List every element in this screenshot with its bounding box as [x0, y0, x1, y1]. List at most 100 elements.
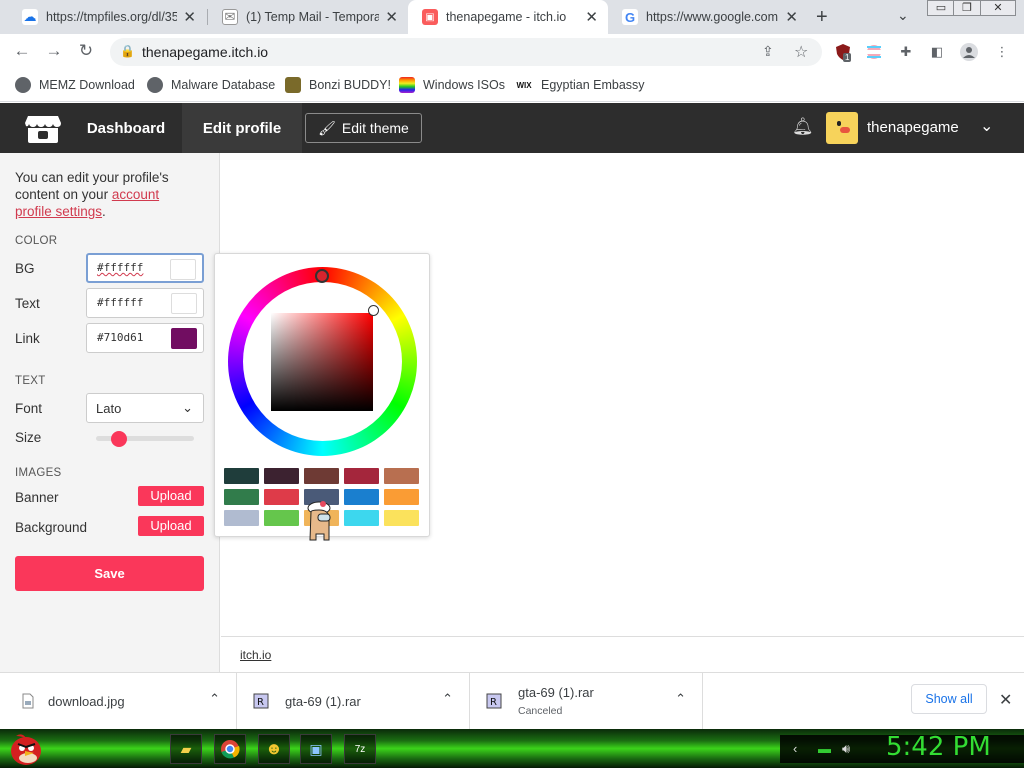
emoji-app-icon[interactable]: ☻	[258, 734, 290, 764]
bookmark-label: Malware Database	[171, 78, 276, 92]
palette-swatch[interactable]	[344, 489, 379, 505]
bg-color-swatch[interactable]	[170, 259, 196, 280]
show-all-button[interactable]: Show all	[911, 684, 987, 714]
tab-tmpfiles[interactable]: ☁ https://tmpfiles.org/dl/35 ✕	[8, 0, 206, 34]
palette-swatch[interactable]	[304, 468, 339, 484]
itchio-icon: ▣	[422, 9, 438, 25]
close-icon[interactable]: ✕	[385, 8, 398, 26]
background-upload-button[interactable]: Upload	[138, 516, 204, 536]
rar-file-icon: R	[253, 693, 269, 709]
close-icon[interactable]: ✕	[585, 8, 598, 26]
text-color-swatch[interactable]	[171, 293, 197, 314]
new-tab-icon[interactable]: +	[816, 6, 828, 29]
download-name: gta-69 (1).rar	[285, 694, 361, 709]
chrome-icon[interactable]	[214, 734, 246, 764]
bg-color-value[interactable]: #ffffff	[97, 261, 143, 274]
bookmark-star-icon[interactable]: ☆	[794, 42, 808, 62]
tmpfiles-icon: ☁	[22, 9, 38, 25]
back-button[interactable]: ←	[11, 41, 33, 61]
avatar[interactable]	[826, 112, 858, 144]
hue-marker[interactable]	[315, 269, 329, 283]
palette-swatch[interactable]	[224, 510, 259, 526]
save-button[interactable]: Save	[15, 556, 204, 591]
reload-button[interactable]: ↻	[75, 41, 97, 61]
restore-button[interactable]: ❐	[953, 0, 981, 16]
text-color-value[interactable]: #ffffff	[97, 296, 143, 309]
minimize-button[interactable]: ▭	[927, 0, 955, 16]
close-icon[interactable]: ✕	[183, 8, 196, 26]
palette-swatch[interactable]	[384, 468, 419, 484]
bookmark-memz[interactable]: MEMZ Download	[15, 77, 135, 93]
text-color-field[interactable]: #ffffff	[86, 288, 204, 318]
clock[interactable]: 5:42 PM	[886, 732, 991, 762]
puzzle-icon[interactable]: ✚	[897, 43, 915, 61]
nav-edit-profile[interactable]: Edit profile	[182, 103, 302, 153]
link-color-field[interactable]: #710d61	[86, 323, 204, 353]
close-icon[interactable]: ✕	[999, 690, 1012, 710]
download-item[interactable]: R gta-69 (1).rar Canceled ⌃	[470, 673, 703, 730]
explorer-folder-icon[interactable]: ▰	[170, 734, 202, 764]
bookmark-malware-db[interactable]: Malware Database	[147, 77, 275, 93]
more-menu-icon[interactable]: ⋮	[993, 43, 1011, 61]
itchio-logo-icon[interactable]	[24, 114, 62, 144]
username[interactable]: thenapegame	[867, 119, 959, 136]
address-bar[interactable]: 🔒 thenapegame.itch.io ⇪ ☆	[110, 38, 822, 66]
palette-swatch[interactable]	[224, 468, 259, 484]
chevron-up-icon[interactable]: ⌃	[442, 691, 453, 707]
download-item[interactable]: download.jpg ⌃	[0, 673, 237, 730]
chevron-down-icon[interactable]: ⌄	[980, 116, 993, 136]
network-icon[interactable]: ▬	[818, 741, 831, 756]
forward-button[interactable]: →	[43, 41, 65, 61]
bell-icon[interactable]: 🔔︎	[792, 117, 814, 137]
shield-extension-icon[interactable]: 1	[834, 43, 852, 62]
wix-icon: WIX	[516, 80, 532, 90]
chevron-down-icon[interactable]: ⌄	[897, 7, 909, 24]
edit-theme-button[interactable]: 🖌 Edit theme	[305, 113, 422, 143]
bookmark-egyptian-embassy[interactable]: WIX Egyptian Embassy	[515, 77, 644, 93]
nav-dashboard[interactable]: Dashboard	[70, 103, 182, 153]
palette-swatch[interactable]	[384, 510, 419, 526]
close-icon[interactable]: ✕	[785, 8, 798, 26]
svg-text:R: R	[490, 697, 497, 708]
link-color-swatch[interactable]	[171, 328, 197, 349]
window-app-icon[interactable]: ▣	[300, 734, 332, 764]
palette-swatch[interactable]	[264, 510, 299, 526]
flag-extension-icon[interactable]	[865, 43, 883, 61]
saturation-value-square[interactable]	[271, 313, 373, 411]
palette-swatch[interactable]	[344, 510, 379, 526]
bookmark-windows-isos[interactable]: Windows ISOs	[399, 77, 505, 93]
volume-icon[interactable]: 🔊︎	[842, 741, 850, 757]
palette-swatch[interactable]	[264, 489, 299, 505]
tab-google[interactable]: G https://www.google.com ✕	[608, 0, 808, 34]
share-icon[interactable]: ⇪	[762, 43, 774, 60]
palette-swatch[interactable]	[344, 468, 379, 484]
color-picker-popup	[214, 253, 430, 537]
start-button-angry-bird-icon[interactable]	[6, 730, 46, 767]
url-text[interactable]: thenapegame.itch.io	[142, 44, 268, 60]
link-color-value[interactable]: #710d61	[97, 331, 143, 344]
edit-theme-label: Edit theme	[341, 120, 409, 136]
bookmark-bonzi[interactable]: Bonzi BUDDY!	[285, 77, 391, 93]
banner-upload-button[interactable]: Upload	[138, 486, 204, 506]
chevron-left-icon[interactable]: ‹	[793, 741, 797, 756]
itchio-footer-link[interactable]: itch.io	[240, 648, 271, 662]
palette-swatch[interactable]	[224, 489, 259, 505]
tab-itchio[interactable]: ▣ thenapegame - itch.io ✕	[408, 0, 608, 34]
close-window-button[interactable]: ✕	[980, 0, 1016, 16]
chevron-up-icon[interactable]: ⌃	[209, 691, 220, 707]
lock-icon[interactable]: 🔒	[120, 44, 135, 58]
bg-color-field[interactable]: #ffffff	[86, 253, 204, 283]
download-item[interactable]: R gta-69 (1).rar ⌃	[237, 673, 470, 730]
saturation-marker[interactable]	[368, 305, 379, 316]
palette-swatch[interactable]	[264, 468, 299, 484]
font-select[interactable]: Lato ⌄	[86, 393, 204, 423]
color-section-label: COLOR	[15, 235, 58, 247]
slider-thumb[interactable]	[111, 431, 127, 447]
palette-swatch[interactable]	[384, 489, 419, 505]
chevron-up-icon[interactable]: ⌃	[675, 691, 686, 707]
profile-icon[interactable]	[960, 43, 978, 61]
7zip-icon[interactable]: 7z	[344, 734, 376, 764]
size-slider[interactable]	[96, 431, 194, 447]
sidepanel-icon[interactable]: ◧	[928, 43, 946, 61]
tab-temp-mail[interactable]: ✉ (1) Temp Mail - Temporar ✕	[208, 0, 408, 34]
